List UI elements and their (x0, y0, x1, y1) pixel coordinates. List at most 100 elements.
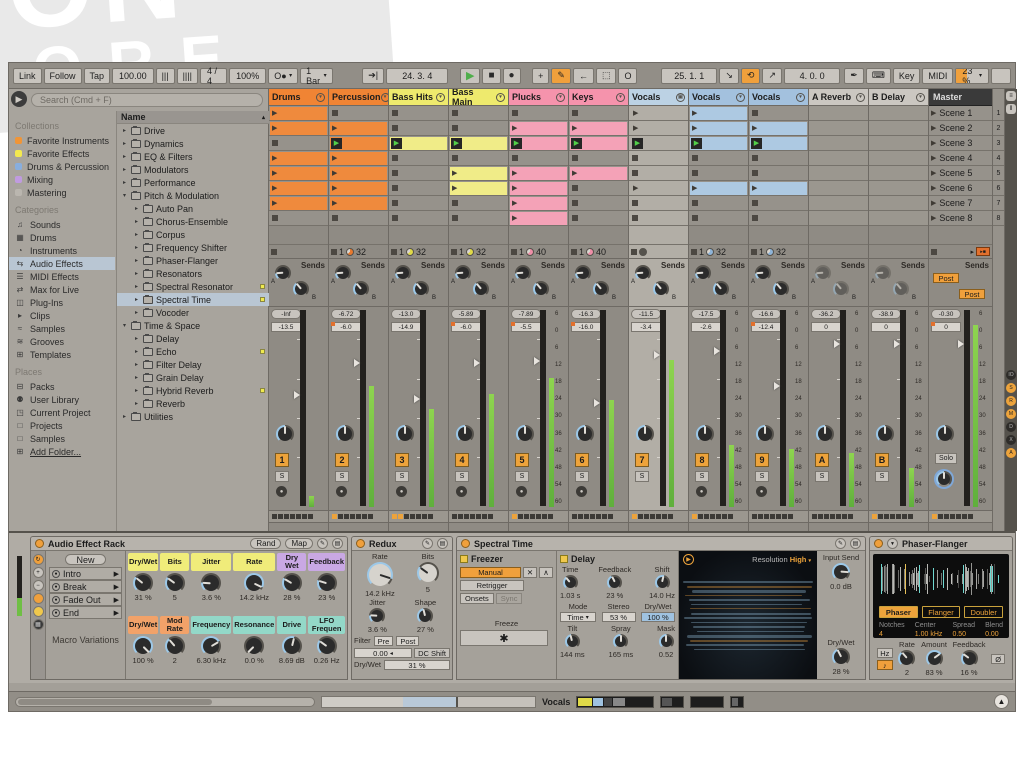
clip-slot[interactable]: ▶ (509, 196, 568, 211)
fader-lane[interactable] (600, 310, 606, 506)
scene-launch-button[interactable]: ▶ (931, 184, 936, 192)
rand-button[interactable]: Rand (250, 538, 281, 549)
launch-variation-button[interactable]: ▶ (114, 583, 119, 591)
volume-field[interactable]: 0 (931, 322, 961, 332)
expand-triangle-icon[interactable]: ▸ (121, 153, 128, 160)
send-b-knob[interactable] (593, 281, 609, 297)
scene-launch-button[interactable]: ▶ (931, 199, 936, 207)
scene-slot[interactable]: ▶Scene 5 (929, 166, 992, 181)
clip-slot[interactable] (809, 196, 868, 211)
clip-stop-button[interactable] (752, 200, 758, 206)
computer-midi-keyboard-button[interactable]: ⌨ (866, 68, 891, 84)
track-options-icon[interactable]: ▾ (436, 93, 445, 102)
send-a-knob[interactable] (515, 265, 531, 281)
volume-field[interactable]: 0 (871, 322, 901, 332)
clip-slot[interactable]: ▶ (269, 106, 328, 121)
clip-slot[interactable]: ▶ (329, 181, 388, 196)
clip-slot[interactable]: ▶ (509, 166, 568, 181)
scene-launch-button[interactable]: ▶ (931, 109, 936, 117)
solo-button[interactable]: S (755, 471, 769, 482)
browser-item[interactable]: ▸ Spectral Resonator (117, 280, 269, 293)
macro-knob[interactable] (317, 636, 337, 656)
drywet-field[interactable]: 100 % (641, 612, 675, 622)
fader-lane[interactable] (964, 310, 970, 506)
clip-slot[interactable]: ▶ (329, 136, 388, 151)
track-activator-button[interactable]: 5 (515, 453, 529, 467)
clip-play-icon[interactable]: ▶ (272, 109, 277, 117)
clip-play-icon[interactable]: ▶ (512, 199, 517, 207)
stereo-field[interactable]: 53 % (602, 612, 636, 622)
key-map-button[interactable]: Key (893, 68, 921, 84)
clip-slot[interactable]: ▶ (449, 136, 508, 151)
group-launch-button[interactable]: ▶ (633, 124, 638, 132)
stop-all-track-clips-button[interactable] (691, 249, 697, 255)
clip-slot[interactable] (449, 196, 508, 211)
clip-play-icon[interactable]: ▶ (512, 169, 517, 177)
track-header[interactable]: Percussion▾ (329, 89, 388, 106)
track-activator-button[interactable]: 7 (635, 453, 649, 467)
expand-triangle-icon[interactable]: ▸ (133, 257, 140, 264)
place-item[interactable]: □Projects (15, 419, 115, 432)
session-overview-scrollbar[interactable] (321, 696, 536, 708)
expand-triangle-icon[interactable]: ▸ (121, 166, 128, 173)
new-variation-button[interactable]: New (65, 554, 105, 565)
fader-lane[interactable] (480, 310, 486, 506)
expand-triangle-icon[interactable]: ▸ (133, 348, 140, 355)
group-stop-button[interactable] (632, 215, 638, 221)
clip-play-icon[interactable]: ▶ (332, 124, 337, 132)
category-item-samples[interactable]: ≈Samples (15, 322, 115, 335)
follow-button[interactable]: Follow (44, 68, 82, 84)
fader-handle[interactable] (354, 359, 360, 367)
macro-knob[interactable] (201, 573, 221, 593)
clip-slot[interactable]: ▶ (269, 121, 328, 136)
track-io-toggle-button[interactable]: ⫴ (1006, 104, 1016, 114)
clip-stop-button[interactable] (392, 125, 398, 131)
fader-lane[interactable] (840, 310, 846, 506)
expand-triangle-icon[interactable]: ▸ (133, 231, 140, 238)
clip-slot[interactable] (749, 211, 808, 226)
clip-slot[interactable]: ▶ (509, 181, 568, 196)
send-b-knob[interactable] (533, 281, 549, 297)
send-b-post-button[interactable]: Post (959, 289, 985, 299)
fader-handle[interactable] (894, 340, 900, 348)
browser-item[interactable]: ▸ Phaser-Flanger (117, 254, 269, 267)
rate-knob[interactable] (367, 562, 393, 588)
show-devices-button[interactable] (33, 606, 44, 617)
track-header[interactable]: Plucks▾ (509, 89, 568, 106)
category-item-templates[interactable]: ⊞Templates (15, 348, 115, 361)
clip-slot[interactable] (869, 151, 928, 166)
filter-post-button[interactable]: Post (396, 636, 419, 646)
track-header[interactable]: Vocals▾ (749, 89, 808, 106)
punch-out-button[interactable]: ↗ (762, 68, 782, 84)
browser-item[interactable]: ▸ Delay (117, 332, 269, 345)
delay-toggle[interactable] (560, 555, 568, 563)
clip-stop-button[interactable] (392, 185, 398, 191)
device-thumbnail-2[interactable] (660, 696, 684, 708)
send-a-knob[interactable] (695, 265, 711, 281)
spectral-play-icon[interactable]: ▶ (683, 554, 694, 565)
clip-slot[interactable] (569, 196, 628, 211)
clip-slot[interactable] (749, 196, 808, 211)
expand-triangle-icon[interactable]: ▾ (121, 192, 128, 199)
spray-knob[interactable] (613, 634, 628, 649)
stop-all-track-clips-button[interactable] (631, 249, 637, 255)
time-knob[interactable] (563, 575, 578, 590)
stop-all-clips-button[interactable] (931, 249, 937, 255)
clip-slot[interactable] (389, 106, 448, 121)
clip-stop-button[interactable] (752, 110, 758, 116)
macro-count-button[interactable]: ▦ (33, 619, 44, 630)
scene-launch-button[interactable]: ▶ (931, 139, 936, 147)
clip-slot[interactable] (569, 151, 628, 166)
bits-knob[interactable] (417, 562, 439, 584)
time-signature-field[interactable]: 4 / 4 (200, 68, 227, 84)
browser-item[interactable]: ▸ Performance (117, 176, 269, 189)
clip-play-icon[interactable]: ▶ (272, 199, 277, 207)
clip-stop-button[interactable] (452, 200, 458, 206)
clip-play-icon[interactable]: ▶ (452, 169, 457, 177)
send-b-knob[interactable] (653, 281, 669, 297)
peak-level-display[interactable]: -16.3 (571, 309, 601, 319)
clip-slot[interactable] (389, 181, 448, 196)
send-b-knob[interactable] (353, 281, 369, 297)
show-hide-device-view-button[interactable]: ▲ (994, 694, 1009, 709)
track-header[interactable]: Vocals▾ (689, 89, 748, 106)
